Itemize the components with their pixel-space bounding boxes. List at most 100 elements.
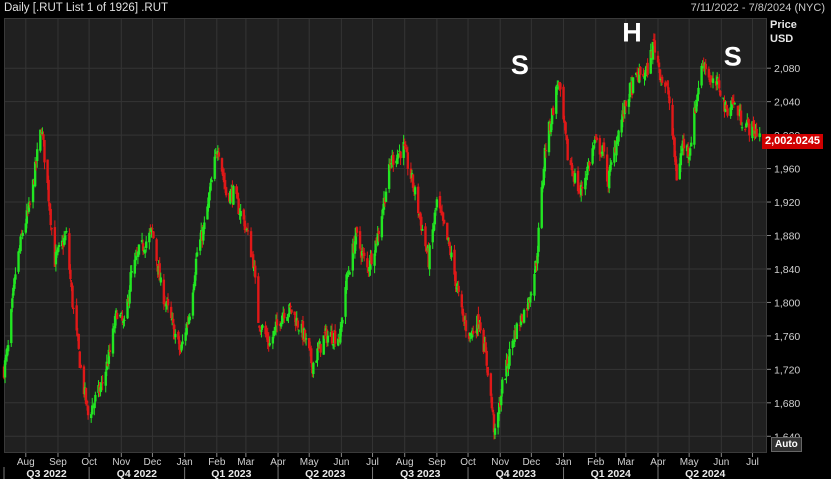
candle-body	[297, 330, 301, 332]
candle-body	[639, 66, 642, 75]
candle-body	[43, 139, 46, 163]
y-tick-label: 1,960	[774, 164, 800, 176]
candle-body	[65, 230, 68, 233]
candle-body	[617, 130, 620, 142]
candle-body	[595, 137, 598, 141]
candle-body	[493, 428, 497, 435]
candle-body	[464, 320, 468, 332]
quarter-label: Q1 2024	[591, 468, 631, 479]
candle-body	[740, 127, 744, 129]
candle-body	[704, 63, 707, 70]
candle-body	[675, 164, 678, 181]
y-tick-label: 1,720	[774, 364, 800, 376]
candle-body	[181, 341, 184, 345]
month-label: Sep	[428, 457, 446, 468]
candle-body	[460, 294, 463, 308]
candle-body	[119, 314, 122, 317]
candle-body	[544, 150, 548, 152]
y-tick-label: 1,800	[774, 297, 800, 309]
candle-body	[232, 186, 235, 205]
auto-scale-button[interactable]: Auto	[771, 437, 802, 452]
candle-body	[312, 362, 315, 375]
candle-body	[564, 122, 567, 134]
candle-body	[624, 100, 628, 107]
candle-body	[199, 239, 202, 251]
month-label: Dec	[144, 457, 162, 468]
candle-body	[289, 305, 292, 308]
candle-body	[406, 152, 410, 169]
candle-body	[42, 134, 45, 140]
candle-body	[392, 154, 395, 165]
candle-body	[137, 244, 141, 255]
candle-body	[602, 142, 606, 152]
candle-body	[413, 187, 417, 195]
candle-body	[559, 83, 562, 90]
candle-body	[682, 138, 686, 149]
month-label: Mar	[617, 457, 635, 468]
month-label: Aug	[396, 457, 414, 468]
candle-body	[151, 228, 154, 230]
y-tick-label: 1,920	[774, 197, 800, 209]
candle-body	[254, 265, 257, 278]
candle-body	[533, 273, 536, 296]
candle-body	[91, 405, 94, 415]
candle-body	[326, 335, 330, 343]
candle-body	[85, 400, 89, 404]
candle-body	[732, 100, 735, 102]
month-label: Nov	[112, 457, 130, 468]
x-tick-labels: Aug Sep Oct Nov Dec Jan Feb Mar Apr May Jun Jul Aug S…	[3, 453, 759, 479]
candle-body	[646, 62, 649, 75]
candle-body	[581, 186, 584, 189]
candle-body	[748, 123, 751, 136]
month-label: Feb	[587, 457, 605, 468]
candle-body	[246, 230, 250, 232]
candle-body	[195, 252, 199, 257]
candle-body	[6, 345, 10, 352]
month-label: Nov	[491, 457, 509, 468]
candle-body	[744, 129, 747, 131]
candle-body	[174, 333, 177, 338]
candle-body	[108, 350, 112, 353]
candle-body	[194, 258, 198, 275]
candle-body	[690, 142, 693, 147]
candle-body	[134, 256, 138, 261]
candle-body	[610, 162, 613, 165]
quarter-label: Q3 2022	[26, 468, 66, 479]
candle-body	[660, 76, 664, 83]
candle-body	[310, 348, 313, 364]
month-label: Jul	[366, 457, 379, 468]
candle-body	[758, 133, 761, 138]
candle-body	[49, 208, 52, 226]
candle-body	[64, 235, 67, 241]
candle-body	[101, 382, 104, 384]
price-axis-title: Price USD	[770, 18, 797, 46]
pattern-label: S	[724, 42, 742, 72]
candle-body	[209, 182, 212, 191]
candle-body	[17, 251, 20, 272]
month-label: May	[680, 457, 699, 468]
pattern-annotations: S H S	[511, 17, 742, 80]
candle-body	[598, 138, 602, 155]
month-label: Oct	[460, 457, 476, 468]
candle-body	[239, 210, 242, 217]
candle-body	[417, 186, 420, 214]
candle-body	[159, 277, 162, 283]
y-tick-label: 2,080	[774, 63, 800, 75]
candle-body	[330, 330, 334, 344]
candle-body	[457, 285, 460, 292]
candle-body	[490, 397, 494, 409]
candle-body	[152, 231, 155, 239]
candle-body	[79, 365, 83, 368]
grid-lines	[5, 19, 766, 452]
candle-body	[370, 253, 373, 264]
candle-body	[688, 148, 692, 156]
candle-body	[733, 103, 737, 105]
candle-body	[397, 153, 400, 158]
candle-body	[380, 216, 384, 238]
candle-body	[441, 212, 445, 221]
candle-body	[711, 78, 715, 83]
quarter-label: Q1 2023	[211, 468, 251, 479]
y-tick-label: 1,840	[774, 264, 800, 276]
candle-body	[115, 312, 119, 320]
candle-body	[94, 394, 97, 402]
